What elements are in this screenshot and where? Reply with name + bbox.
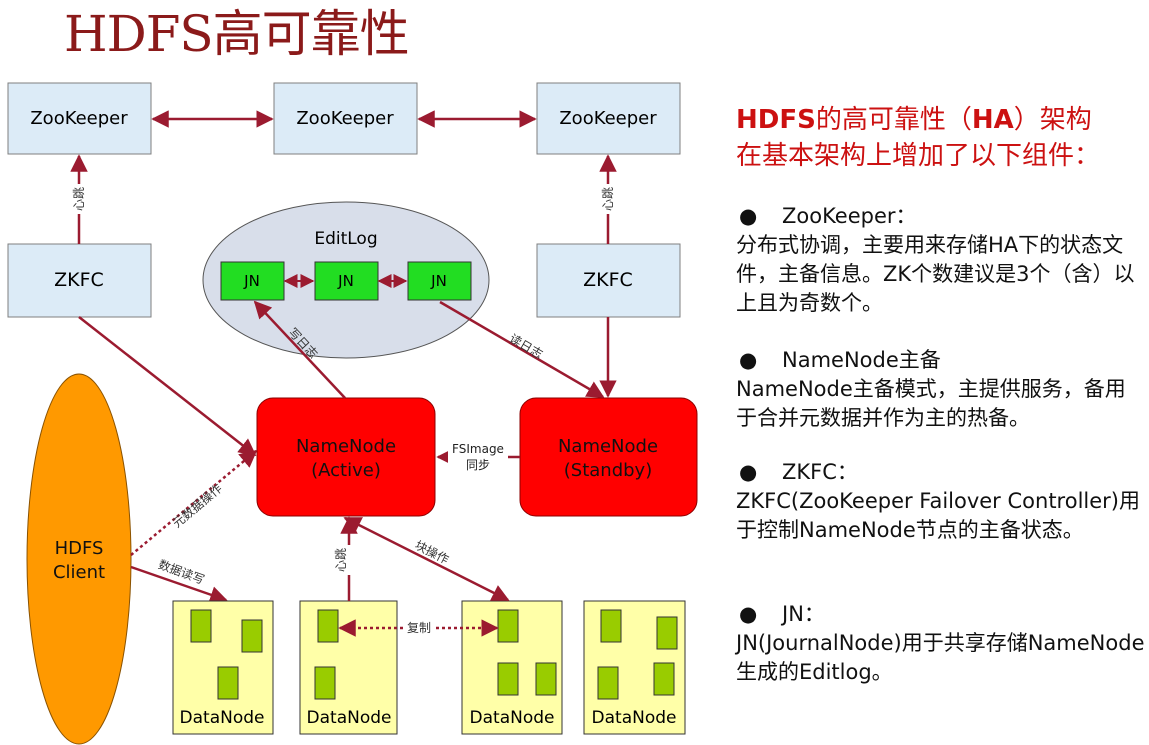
description-panel: HDFS的高可靠性（HA）架构 在基本架构上增加了以下组件： ● ZooKeepe… <box>736 102 1146 684</box>
namenode-label: NameNode <box>558 436 658 457</box>
component-namenode: ● NameNode主备 NameNode主备模式，主提供服务，备用于合并元数据并… <box>736 346 1146 433</box>
heading-mid: 的高可靠性（ <box>815 105 972 135</box>
namenode-active: NameNode (Active) <box>256 397 436 517</box>
bullet-icon: ● <box>739 348 758 372</box>
jn-label: JN <box>430 272 447 290</box>
heartbeat-label: 心跳 <box>601 187 615 211</box>
bullet-icon: ● <box>739 460 758 484</box>
zookeeper-node-1: ZooKeeper <box>7 82 152 155</box>
bullet-icon: ● <box>739 204 758 228</box>
editlog-cluster: EditLog JN JN JN <box>202 201 490 359</box>
fsimage-label: FSImage <box>452 442 504 456</box>
datanode-label: DataNode <box>470 708 555 728</box>
component-title: ZooKeeper： <box>782 204 917 228</box>
datanode-3: DataNode <box>461 600 563 735</box>
jn-label: JN <box>337 272 354 290</box>
jn-label: JN <box>243 272 260 290</box>
heading-hdfs: HDFS <box>736 105 816 135</box>
datanode-label: DataNode <box>307 708 392 728</box>
description-subheading: 在基本架构上增加了以下组件： <box>736 141 1101 171</box>
component-title: ZKFC： <box>782 460 858 484</box>
data-block <box>497 609 519 643</box>
namenode-state: (Active) <box>311 460 381 481</box>
zookeeper-label: ZooKeeper <box>296 108 394 129</box>
component-title: JN： <box>782 602 825 626</box>
block-op-arrow <box>343 516 510 602</box>
heading-ha: HA <box>971 105 1014 135</box>
data-rw-label: 数据读写 <box>156 557 206 588</box>
client-label: Client <box>53 562 105 583</box>
metadata-op-label: 元数据操作 <box>169 481 225 531</box>
data-block <box>600 609 622 643</box>
component-description: NameNode主备模式，主提供服务，备用于合并元数据并作为主的热备。 <box>736 377 1126 430</box>
component-description: JN(JournalNode)用于共享存储NameNode生成的Editlog。 <box>736 631 1145 684</box>
data-block <box>497 662 519 696</box>
component-zkfc: ● ZKFC： ZKFC(ZooKeeper Failover Controlle… <box>736 458 1146 545</box>
zkfc-label: ZKFC <box>583 269 633 291</box>
data-block <box>656 616 678 650</box>
data-block <box>653 662 675 696</box>
heading-end: ）架构 <box>1013 105 1092 135</box>
data-block <box>314 666 336 700</box>
namenode-state: (Standby) <box>564 460 652 481</box>
component-description: ZKFC(ZooKeeper Failover Controller)用于控制N… <box>736 489 1140 542</box>
client-label: HDFS <box>55 538 104 559</box>
data-block <box>317 609 339 643</box>
hdfs-ha-diagram: ZooKeeper ZooKeeper ZooKeeper ZKFC ZKFC … <box>7 82 698 745</box>
datanode-2: DataNode <box>299 600 398 735</box>
namenode-standby: NameNode (Standby) <box>519 397 698 517</box>
zkfc-right: ZKFC <box>536 243 681 318</box>
datanode-label: DataNode <box>180 708 265 728</box>
data-block <box>597 666 619 700</box>
bullet-icon: ● <box>739 602 758 626</box>
data-block <box>535 662 557 696</box>
fsimage-sync-label: 同步 <box>466 458 490 472</box>
zkfc-left: ZKFC <box>7 243 152 318</box>
hdfs-client: HDFS Client <box>26 373 132 745</box>
component-title: NameNode主备 <box>782 348 941 372</box>
namenode-label: NameNode <box>296 436 396 457</box>
replicate-label: 复制 <box>407 621 431 635</box>
data-block <box>217 666 239 700</box>
dn-heartbeat-label: 心跳 <box>334 548 348 572</box>
datanode-label: DataNode <box>592 708 677 728</box>
zookeeper-node-2: ZooKeeper <box>273 82 418 155</box>
data-block <box>190 609 212 643</box>
editlog-label: EditLog <box>314 229 377 249</box>
zkfc-label: ZKFC <box>54 269 104 291</box>
datanode-4: DataNode <box>583 600 686 735</box>
heartbeat-label: 心跳 <box>72 187 86 211</box>
zookeeper-label: ZooKeeper <box>30 108 128 129</box>
component-description: 分布式协调，主要用来存储HA下的状态文件，主备信息。ZK个数建议是3个（含）以上… <box>736 233 1135 315</box>
zookeeper-node-3: ZooKeeper <box>536 82 681 155</box>
description-heading: HDFS的高可靠性（HA）架构 <box>736 102 1146 138</box>
data-block <box>241 619 263 653</box>
datanode-1: DataNode <box>172 600 274 735</box>
zookeeper-label: ZooKeeper <box>559 108 657 129</box>
component-jn: ● JN： JN(JournalNode)用于共享存储NameNode生成的Edi… <box>736 600 1146 687</box>
read-log-label: 读日志 <box>507 331 545 361</box>
component-zookeeper: ● ZooKeeper： 分布式协调，主要用来存储HA下的状态文件，主备信息。ZK… <box>736 202 1146 318</box>
